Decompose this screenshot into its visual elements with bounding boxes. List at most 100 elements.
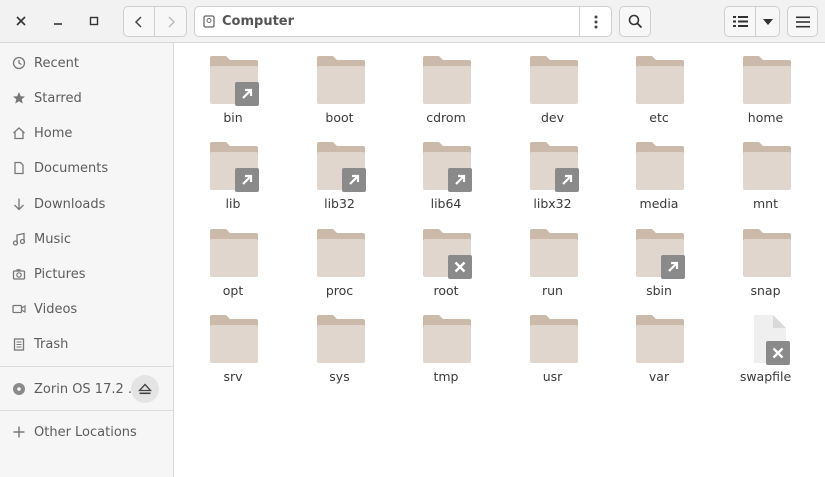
folder-item[interactable]: lib32 <box>290 129 390 212</box>
forward-button[interactable] <box>155 6 187 37</box>
folder-icon <box>422 228 472 279</box>
sidebar: Recent Starred Home Documents Downloads … <box>0 43 174 477</box>
folder-icon <box>316 314 366 364</box>
eject-icon <box>138 383 152 394</box>
sidebar-item-pictures[interactable]: Pictures <box>0 258 173 290</box>
path-bar: Computer <box>194 6 612 37</box>
path-segment-computer[interactable]: Computer <box>195 7 580 36</box>
folder-icon <box>742 55 792 105</box>
item-label: media <box>639 196 679 212</box>
folder-item[interactable]: tmp <box>396 302 496 384</box>
item-label: root <box>433 282 459 298</box>
sidebar-item-label: Pictures <box>34 266 86 282</box>
symlink-emblem-icon <box>661 254 685 279</box>
sidebar-item-starred[interactable]: Starred <box>0 82 173 114</box>
path-menu-button[interactable] <box>580 7 611 36</box>
search-icon <box>628 14 642 29</box>
item-label: snap <box>750 282 781 298</box>
back-button[interactable] <box>123 6 155 37</box>
folder-item[interactable]: boot <box>290 43 390 125</box>
minimize-button[interactable] <box>46 9 70 33</box>
item-label: cdrom <box>426 110 466 125</box>
item-label: dev <box>540 110 565 125</box>
folder-icon <box>209 141 259 193</box>
sidebar-item-trash[interactable]: Trash <box>0 328 173 360</box>
disc-icon <box>12 382 26 396</box>
folder-item[interactable]: var <box>609 302 709 384</box>
sidebar-item-music[interactable]: Music <box>0 223 173 255</box>
folder-item[interactable]: dev <box>503 43 603 125</box>
folder-item[interactable]: opt <box>183 216 283 298</box>
folder-icon <box>422 314 472 364</box>
unreadable-emblem-icon <box>765 340 790 365</box>
folder-item[interactable]: cdrom <box>396 43 496 125</box>
folder-icon <box>316 228 366 278</box>
folder-item[interactable]: libx32 <box>503 129 603 212</box>
folder-icon <box>635 314 685 364</box>
sidebar-item-other-locations[interactable]: Other Locations <box>0 416 173 448</box>
symlink-emblem-icon <box>235 82 259 106</box>
folder-item[interactable]: snap <box>716 216 816 298</box>
folder-item[interactable]: srv <box>183 302 283 384</box>
view-options-button[interactable] <box>756 6 780 37</box>
folder-item[interactable]: sys <box>290 302 390 384</box>
close-button[interactable] <box>9 9 33 33</box>
sidebar-item-label: Home <box>34 125 73 141</box>
sidebar-item-home[interactable]: Home <box>0 117 173 149</box>
list-view-icon <box>732 16 748 27</box>
item-label: sys <box>329 368 350 384</box>
folder-item[interactable]: lib64 <box>396 129 496 212</box>
sidebar-item-recent[interactable]: Recent <box>0 47 173 79</box>
symlink-emblem-icon <box>554 168 579 193</box>
folder-icon <box>422 141 472 193</box>
maximize-icon <box>89 16 99 26</box>
folder-item[interactable]: sbin <box>609 216 709 298</box>
folder-icon <box>742 141 792 191</box>
item-label: opt <box>222 282 244 298</box>
maximize-button[interactable] <box>82 9 106 33</box>
plus-icon <box>12 425 26 439</box>
folder-item[interactable]: lib <box>183 129 283 211</box>
main-menu-button[interactable] <box>787 6 818 37</box>
download-icon <box>12 197 26 211</box>
eject-button[interactable] <box>131 375 159 403</box>
folder-item[interactable]: mnt <box>716 129 816 211</box>
sidebar-item-videos[interactable]: Videos <box>0 293 173 325</box>
folder-icon <box>209 314 259 364</box>
symlink-emblem-icon <box>448 168 472 193</box>
item-label: swapfile <box>739 368 792 384</box>
item-label: sbin <box>646 282 672 298</box>
folder-item[interactable]: etc <box>609 43 709 125</box>
folder-item[interactable]: root <box>396 216 496 298</box>
item-label: lib64 <box>430 196 462 212</box>
drive-icon <box>203 15 215 28</box>
home-icon <box>12 126 26 140</box>
folder-icon <box>742 228 792 278</box>
sidebar-item-label: Downloads <box>34 196 106 212</box>
unreadable-emblem-icon <box>448 254 472 279</box>
folder-icon <box>316 55 366 105</box>
folder-icon <box>529 55 579 105</box>
folder-icon <box>635 141 685 191</box>
search-button[interactable] <box>619 6 651 37</box>
folder-item[interactable]: bin <box>183 43 283 125</box>
item-label: libx32 <box>533 196 572 212</box>
item-label: var <box>648 368 670 384</box>
item-label: lib32 <box>324 196 355 212</box>
chevron-down-icon <box>762 18 773 25</box>
file-item[interactable]: swapfile <box>716 302 816 384</box>
folder-item[interactable]: usr <box>503 302 603 384</box>
item-label: boot <box>325 110 354 125</box>
folder-item[interactable]: media <box>609 129 709 212</box>
folder-icon <box>635 55 685 105</box>
item-label: bin <box>223 110 243 125</box>
view-mode-button[interactable] <box>724 6 756 37</box>
sidebar-item-documents[interactable]: Documents <box>0 152 173 184</box>
folder-item[interactable]: home <box>716 43 816 125</box>
hamburger-icon <box>795 16 810 27</box>
folder-item[interactable]: run <box>503 216 603 298</box>
folder-item[interactable]: proc <box>290 216 390 298</box>
sidebar-item-label: Documents <box>34 160 109 176</box>
sidebar-item-downloads[interactable]: Downloads <box>0 188 173 220</box>
file-icon <box>742 314 792 365</box>
